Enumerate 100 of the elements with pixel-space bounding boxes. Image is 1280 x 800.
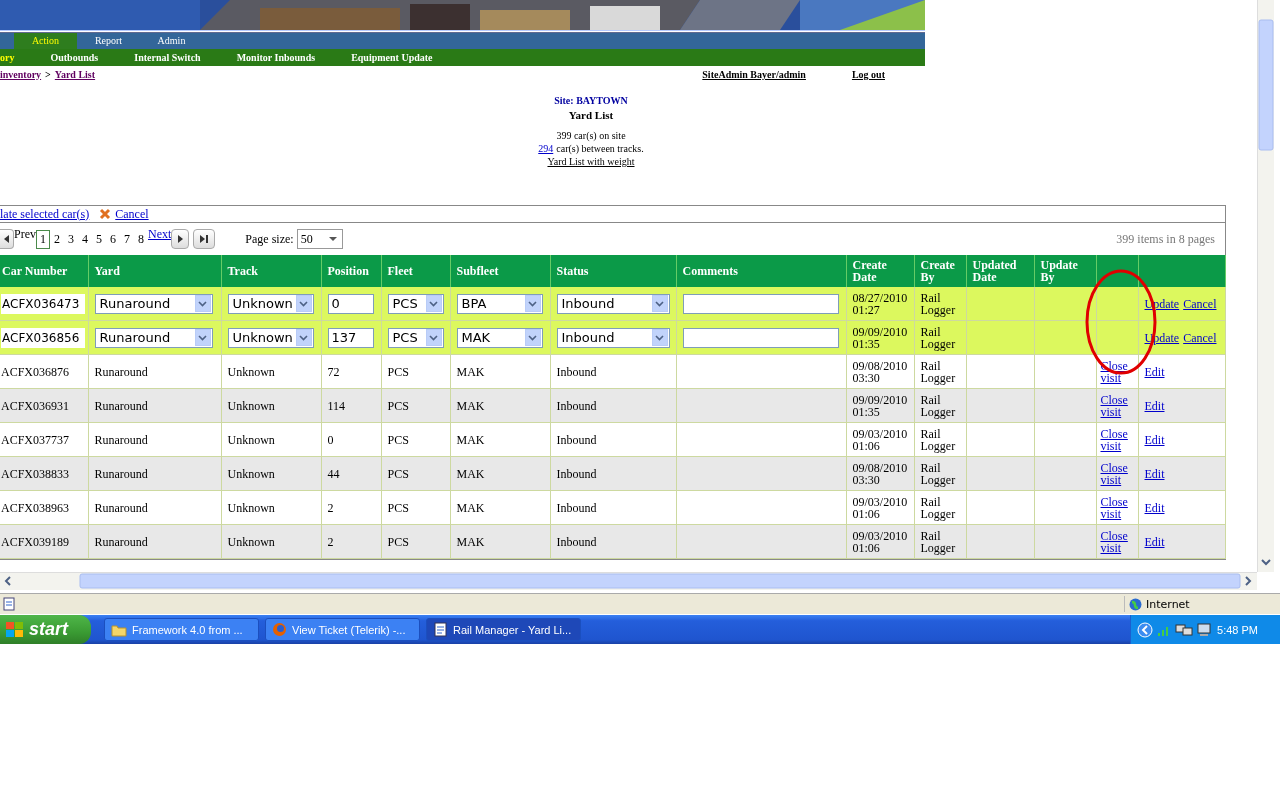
table-cell: Unknown (227, 364, 275, 379)
edit-link[interactable]: Edit (1144, 364, 1165, 379)
submenu-item[interactable]: Outbounds (32, 49, 117, 66)
page-link[interactable]: 4 (78, 231, 92, 247)
yard-dropdown[interactable]: Runaround (94, 327, 213, 348)
zone-label: Internet (1146, 597, 1190, 611)
right-arrow-icon[interactable] (177, 235, 183, 243)
page-link[interactable]: 5 (92, 231, 106, 247)
comments-input[interactable] (682, 293, 839, 314)
status-dropdown[interactable]: Inbound (556, 293, 670, 314)
left-arrow-icon[interactable] (4, 235, 9, 243)
close-visit-link[interactable]: Close visit (1100, 495, 1129, 520)
column-header: Position (321, 255, 381, 287)
track-dropdown[interactable]: Unknown (227, 293, 314, 314)
last-page-icon[interactable] (199, 235, 209, 243)
table-cell: 72 (327, 364, 340, 379)
table-cell: Unknown (227, 500, 275, 515)
track-dropdown[interactable]: Unknown (227, 327, 314, 348)
yard-dropdown[interactable]: Runaround (94, 293, 213, 314)
table-cell: 08/27/2010 01:27 (852, 290, 908, 317)
table-cell: 44 (327, 466, 340, 481)
close-visit-link[interactable]: Close visit (1100, 427, 1129, 452)
table-cell: Unknown (227, 432, 275, 447)
column-header: Fleet (381, 255, 450, 287)
nav-tab[interactable]: Report (77, 33, 140, 49)
car-number-input[interactable]: ACFX036856 (1, 327, 85, 348)
position-input[interactable]: 137 (327, 327, 374, 348)
update-selected-link[interactable]: late selected car(s) (0, 206, 90, 222)
previous-page-button[interactable] (0, 229, 14, 249)
table-cell: PCS (387, 466, 409, 481)
submenu-item[interactable]: ory (0, 49, 33, 66)
taskbar-button[interactable]: Framework 4.0 from ... (104, 618, 259, 641)
page-size-label: Page size: (245, 231, 294, 247)
fleet-dropdown[interactable]: PCS (387, 327, 444, 348)
column-header: Car Number (0, 255, 88, 287)
table-cell: Inbound (556, 466, 597, 481)
table-cell: PCS (387, 534, 409, 549)
nav-tab[interactable]: Action (14, 33, 77, 49)
monitor-icon[interactable] (1197, 622, 1211, 637)
fleet-dropdown[interactable]: PCS (387, 293, 444, 314)
table-cell: Rail Logger (920, 290, 956, 317)
page-title: Yard List (568, 109, 614, 121)
next-link[interactable]: Next (148, 227, 172, 242)
table-cell: Runaround (94, 432, 148, 447)
weight-link[interactable]: Yard List with weight (547, 156, 635, 167)
page-size-dropdown[interactable]: 50 (296, 229, 343, 249)
table-cell: Rail Logger (920, 460, 956, 487)
next-page-button[interactable] (171, 229, 190, 249)
last-page-button[interactable] (193, 229, 216, 249)
car-number-input[interactable]: ACFX036473 (1, 293, 85, 314)
table-cell: Runaround (94, 466, 148, 481)
submenu-item[interactable]: Monitor Inbounds (218, 49, 334, 66)
position-input[interactable]: 0 (327, 293, 374, 314)
page-link[interactable]: 8 (134, 231, 148, 247)
pager-info: 399 items in 8 pages (1116, 231, 1216, 247)
vertical-scrollbar[interactable] (1257, 0, 1274, 572)
taskbar-button[interactable]: Rail Manager - Yard Li... (426, 618, 581, 641)
table-cell: Rail Logger (920, 358, 956, 385)
table-cell: Inbound (556, 534, 597, 549)
edit-link[interactable]: Edit (1144, 466, 1165, 481)
nav-tab[interactable]: Admin (140, 33, 203, 49)
submenu-item[interactable]: Internal Switch (116, 49, 219, 66)
table-cell: MAK (456, 500, 485, 515)
row-action-link[interactable]: Cancel (1183, 331, 1217, 344)
cancel-icon[interactable] (99, 208, 112, 220)
page-link[interactable]: 3 (64, 231, 78, 247)
submenu-item[interactable]: Equipment Update (333, 49, 451, 66)
status-dropdown[interactable]: Inbound (556, 327, 670, 348)
breadcrumb-link[interactable]: Yard List (54, 68, 96, 80)
prev-label[interactable]: Prev (14, 227, 36, 242)
table-cell: Runaround (94, 398, 148, 413)
chevron-icon[interactable] (1137, 621, 1153, 638)
taskbar-button[interactable]: View Ticket (Telerik) -... (265, 618, 420, 641)
breadcrumb-separator: > (45, 68, 51, 80)
table-cell: Unknown (227, 534, 275, 549)
breadcrumb-link[interactable]: inventory (0, 68, 42, 80)
subfleet-dropdown[interactable]: MAK (456, 327, 543, 348)
table-cell: ACFX038963 (1, 500, 69, 515)
edit-link[interactable]: Edit (1144, 534, 1165, 549)
user-link[interactable]: SiteAdmin Bayer/admin (702, 68, 806, 80)
edit-link[interactable]: Edit (1144, 432, 1165, 447)
page-link[interactable]: 2 (50, 231, 64, 247)
between-tracks-link[interactable]: 294 (538, 143, 554, 154)
page-link[interactable]: 7 (120, 231, 134, 247)
table-cell: PCS (387, 364, 409, 379)
edit-link[interactable]: Edit (1144, 398, 1165, 413)
comments-input[interactable] (682, 327, 839, 348)
horizontal-scrollbar[interactable] (0, 572, 1257, 590)
table-cell: Rail Logger (920, 494, 956, 521)
column-header: Updated Date (966, 255, 1034, 287)
table-cell: PCS (387, 398, 409, 413)
subfleet-dropdown[interactable]: BPA (456, 293, 543, 314)
row-action-link[interactable]: Cancel (1183, 297, 1217, 310)
edit-link[interactable]: Edit (1144, 500, 1165, 515)
logout-link[interactable]: Log out (851, 68, 885, 80)
table-cell: Inbound (556, 432, 597, 447)
cancel-link[interactable]: Cancel (115, 206, 149, 222)
network-icon[interactable] (1175, 622, 1193, 637)
page-link[interactable]: 1 (36, 229, 50, 249)
page-link[interactable]: 6 (106, 231, 120, 247)
